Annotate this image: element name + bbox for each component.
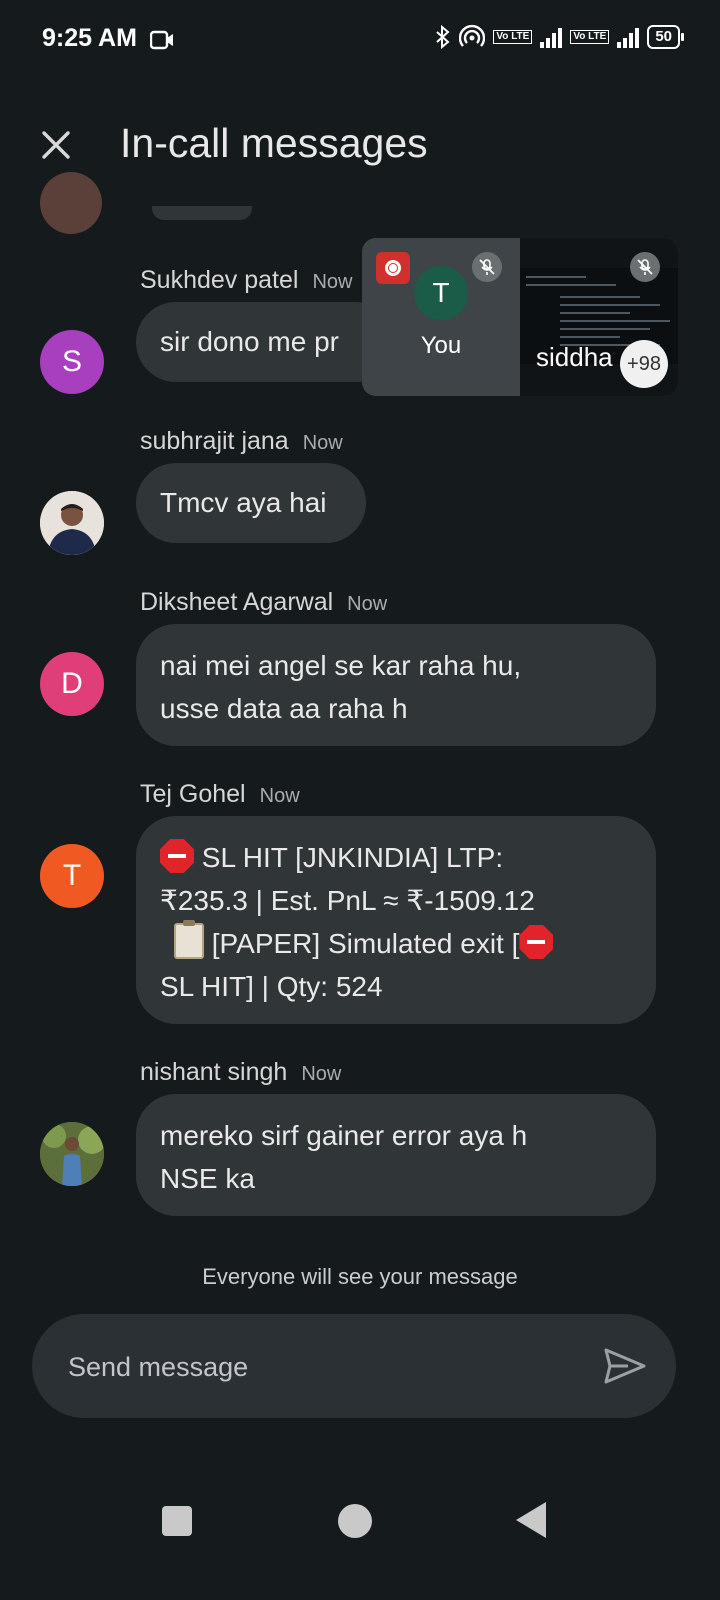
message-line: nai mei angel se kar raha hu, [160,650,522,681]
hotspot-icon [459,24,486,47]
stop-sign-icon [519,925,554,959]
message-line: SL HIT] | Qty: 524 [160,971,383,1002]
visibility-notice: Everyone will see your message [202,1264,518,1289]
message-line: SL HIT [JNKINDIA] LTP: [194,842,504,873]
home-icon[interactable] [338,1504,372,1538]
message-time: Now [312,271,353,293]
status-bar: 9:25 AM Vo LTE Vo LTE 50 [0,0,720,80]
message-line: mereko sirf gainer error aya h [160,1120,528,1151]
recording-icon [376,252,410,284]
header: In-call messages [0,100,720,190]
message-line: ₹235.3 | Est. PnL ≈ ₹-1509.12 [160,885,535,916]
message-line: NSE ka [160,1163,255,1194]
self-avatar: T [414,266,468,320]
avatar: T [40,844,104,908]
system-nav-bar [0,1470,720,1580]
mic-off-icon [472,252,502,282]
volte-badge-2: Vo LTE [570,30,610,44]
message-composer [32,1314,676,1420]
clipboard-icon [174,920,204,959]
send-message-input[interactable] [66,1314,590,1420]
message-line: usse data aa raha h [160,693,408,724]
message-time: Now [302,432,343,454]
signal-2-icon [617,26,640,48]
message-time: Now [259,785,300,807]
message-bubble: mereko sirf gainer error aya h NSE ka [136,1094,656,1216]
battery-icon: 50 [647,25,684,49]
battery-level: 50 [647,25,680,49]
back-icon[interactable] [516,1502,546,1538]
message-time: Now [301,1063,342,1085]
bluetooth-icon [436,25,450,49]
avatar-photo [40,491,104,555]
message-text: sir dono me pr [160,326,339,357]
message-line: [PAPER] Simulated exit [ [204,928,520,959]
volte-badge-1: Vo LTE [493,30,533,44]
avatar-photo [40,1122,104,1186]
message-sender: Sukhdev patel Now [140,266,353,294]
page-title: In-call messages [120,120,428,166]
send-icon[interactable] [602,1344,648,1388]
participants-count-badge[interactable]: +98 [620,340,668,388]
screen-record-icon [150,30,173,50]
message-bubble: Tmcv aya hai [136,463,366,543]
message-sender: Tej Gohel Now [140,780,300,808]
message-sender: nishant singh Now [140,1058,342,1086]
status-icons: Vo LTE Vo LTE 50 [435,24,684,50]
status-time: 9:25 AM [42,24,137,52]
message-time: Now [347,593,388,615]
message-bubble: nai mei angel se kar raha hu, usse data … [136,624,656,746]
self-label: You [420,332,462,359]
self-tile[interactable]: T You [362,238,520,396]
participant-name: siddha [536,342,613,372]
close-icon[interactable] [36,125,76,165]
stop-sign-icon [160,839,194,873]
avatar [40,172,102,234]
signal-1-icon [540,26,563,48]
message-sender: subhrajit jana Now [140,427,343,455]
message-bubble: SL HIT [JNKINDIA] LTP: ₹235.3 | Est. PnL… [136,816,656,1024]
message-bubble: sir dono me pr [136,302,396,382]
video-pip[interactable]: T You siddha +98 [362,238,678,396]
mic-off-icon [630,252,660,282]
message-bubble [152,206,252,220]
message-text: Tmcv aya hai [160,487,327,518]
message-sender: Diksheet Agarwal Now [140,588,388,616]
avatar: D [40,652,104,716]
avatar: S [40,330,104,394]
recents-icon[interactable] [162,1506,192,1536]
